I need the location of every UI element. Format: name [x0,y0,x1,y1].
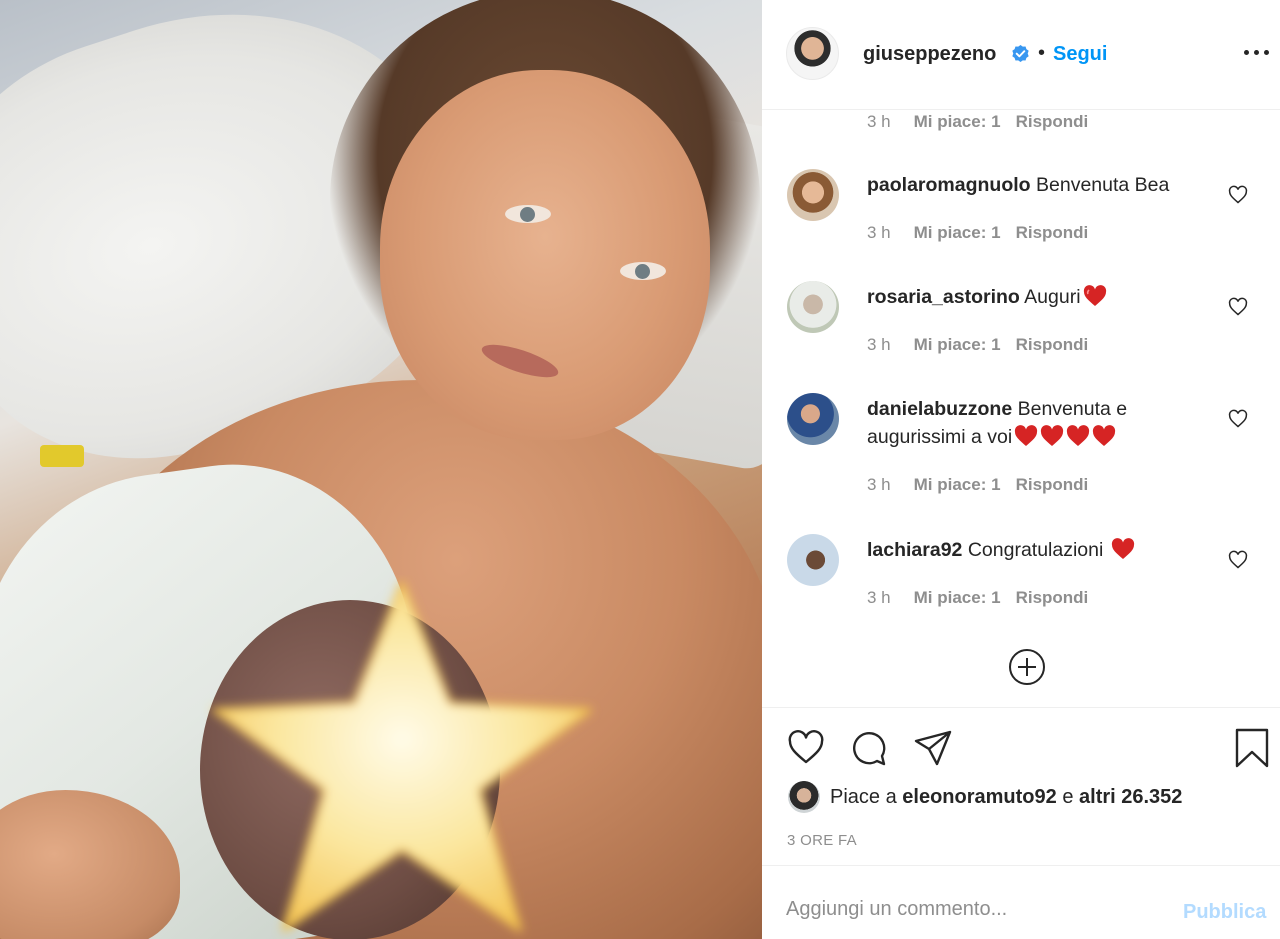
commenter-avatar[interactable] [787,393,839,445]
post-side-panel: giuseppezeno • Segui 3 h Mi piace: 1 Rispo… [762,0,1280,939]
comment-username[interactable]: rosaria_astorino [867,286,1020,308]
reply-button[interactable]: Rispondi [1016,588,1089,607]
post-actions: Piace a eleonoramuto92 e altri 26.352 3 … [762,707,1280,865]
comment-time: 3 h [867,223,891,242]
heart-icon[interactable] [1228,409,1248,429]
comment-time: 3 h [867,335,891,354]
comment-username[interactable]: paolaromagnuolo [867,174,1031,196]
load-more-icon[interactable] [1008,648,1046,686]
more-options-icon[interactable] [1244,50,1270,58]
photo-clip [40,445,84,467]
comment-body: Benvenuta Bea [1036,174,1170,196]
comment-time: 3 h [867,475,891,494]
commenter-avatar[interactable] [787,169,839,221]
photo-face [380,70,710,440]
comments-list[interactable]: 3 h Mi piace: 1 Rispondi paolaromagnuolo B… [762,110,1280,707]
comment-text: rosaria_astorino Auguri [867,283,1207,311]
header-separator: • [1038,42,1046,64]
comment-likes[interactable]: Mi piace: 1 [914,335,1001,354]
reply-button[interactable]: Rispondi [1016,335,1089,354]
liked-by-and: e [1062,786,1074,808]
comment-meta: 3 h Mi piace: 1 Rispondi [867,475,1088,495]
red-heart-emoji-icon [1093,425,1116,446]
red-heart-emoji-icon [1083,285,1106,306]
red-heart-emoji-icon [1015,425,1038,446]
comment-meta: 3 h Mi piace: 1 Rispondi [867,335,1088,355]
reply-button[interactable]: Rispondi [1016,223,1089,242]
liker-avatar[interactable] [788,781,820,813]
comment-composer: Pubblica [762,865,1280,939]
red-heart-emoji-icon [1067,425,1090,446]
comment-time: 3 h [867,112,891,131]
share-icon[interactable] [913,728,953,768]
heart-icon[interactable] [1228,185,1248,205]
comment-input[interactable] [786,894,1156,924]
follow-button[interactable]: Segui [1053,43,1107,66]
liked-by: Piace a eleonoramuto92 e altri 26.352 [830,786,1182,809]
comment-icon[interactable] [849,728,889,768]
comment-likes[interactable]: Mi piace: 1 [914,475,1001,494]
comment-text: paolaromagnuolo Benvenuta Bea [867,171,1207,199]
comment-likes[interactable]: Mi piace: 1 [914,112,1001,131]
photo-eye-right [620,262,666,280]
author-username[interactable]: giuseppezeno [863,43,996,66]
comment-text: lachiara92 Congratulazioni [867,536,1207,564]
commenter-avatar[interactable] [787,534,839,586]
reply-button[interactable]: Rispondi [1016,475,1089,494]
heart-icon[interactable] [1228,297,1248,317]
star-sticker-icon [212,581,592,932]
comment-likes[interactable]: Mi piace: 1 [914,588,1001,607]
comment-body: Auguri [1024,286,1081,308]
comment-time: 3 h [867,588,891,607]
comment-meta: 3 h Mi piace: 1 Rispondi [867,223,1088,243]
comment-body: Congratulazioni [967,539,1104,561]
post-photo[interactable] [0,0,762,939]
comment-text: danielabuzzone Benvenuta e augurissimi a… [867,395,1207,451]
comment-meta: 3 h Mi piace: 1 Rispondi [867,112,1088,132]
comment-username[interactable]: danielabuzzone [867,398,1012,420]
comment-username[interactable]: lachiara92 [867,539,962,561]
reply-button[interactable]: Rispondi [1016,112,1089,131]
red-heart-emoji-icon [1112,538,1135,559]
photo-eye-left [505,205,551,223]
bookmark-icon[interactable] [1232,728,1272,768]
heart-icon[interactable] [786,728,826,768]
heart-icon[interactable] [1228,550,1248,570]
publish-button[interactable]: Pubblica [1183,901,1266,924]
liked-by-user[interactable]: eleonoramuto92 [902,786,1056,808]
liked-by-others[interactable]: altri 26.352 [1079,786,1182,808]
commenter-avatar[interactable] [787,281,839,333]
author-avatar[interactable] [786,27,839,80]
liked-by-prefix: Piace a [830,786,897,808]
comment-likes[interactable]: Mi piace: 1 [914,223,1001,242]
post-header: giuseppezeno • Segui [762,0,1280,110]
comment-meta: 3 h Mi piace: 1 Rispondi [867,588,1088,608]
red-heart-emoji-icon [1041,425,1064,446]
post-timestamp[interactable]: 3 ORE FA [787,832,857,849]
verified-badge-icon [1012,44,1029,63]
